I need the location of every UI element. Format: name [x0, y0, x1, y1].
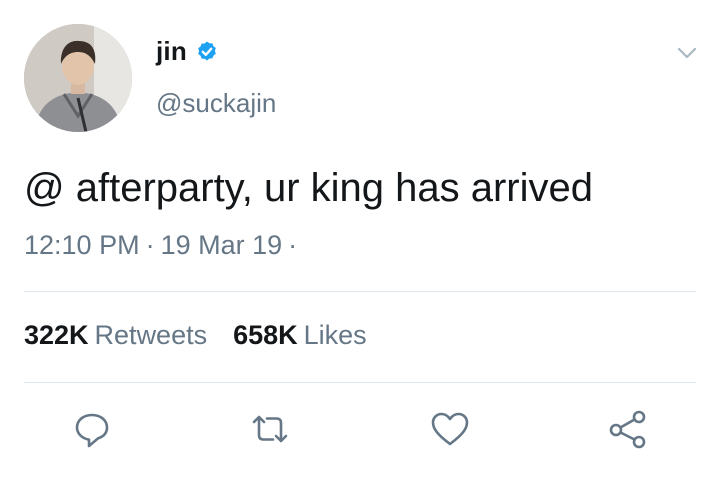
retweet-icon	[252, 415, 288, 443]
verified-badge-icon	[198, 41, 216, 60]
reply-button[interactable]	[70, 407, 114, 451]
meta-separator: ·	[145, 230, 155, 260]
retweets-count: 322K	[24, 320, 89, 350]
retweets-stat[interactable]: 322K Retweets	[24, 320, 207, 351]
likes-label: Likes	[303, 320, 367, 350]
likes-stat[interactable]: 658K Likes	[233, 320, 367, 351]
handle[interactable]: @suckajin	[156, 88, 276, 119]
avatar[interactable]	[24, 24, 132, 132]
profile-photo	[24, 24, 132, 132]
likes-count: 658K	[233, 320, 298, 350]
divider	[24, 291, 696, 292]
retweet-button[interactable]	[248, 407, 292, 451]
tweet-timestamp[interactable]: 12:10 PM · 19 Mar 19 ·	[24, 230, 303, 261]
share-icon	[609, 410, 646, 449]
reply-icon	[75, 413, 109, 448]
tweet-time: 12:10 PM	[24, 230, 140, 260]
action-bar	[0, 407, 720, 453]
chevron-down-icon[interactable]	[676, 42, 698, 64]
divider	[24, 382, 696, 383]
display-name[interactable]: jin	[156, 36, 187, 67]
engagement-stats: 322K Retweets 658K Likes	[24, 320, 367, 351]
meta-separator-trailing: ·	[288, 230, 298, 260]
retweets-label: Retweets	[94, 320, 208, 350]
tweet-text: @ afterparty, ur king has arrived	[24, 166, 593, 210]
heart-icon	[431, 412, 469, 446]
like-button[interactable]	[428, 407, 472, 451]
tweet-date: 19 Mar 19	[160, 230, 283, 260]
share-button[interactable]	[606, 407, 650, 451]
author-row[interactable]: jin	[156, 36, 219, 67]
